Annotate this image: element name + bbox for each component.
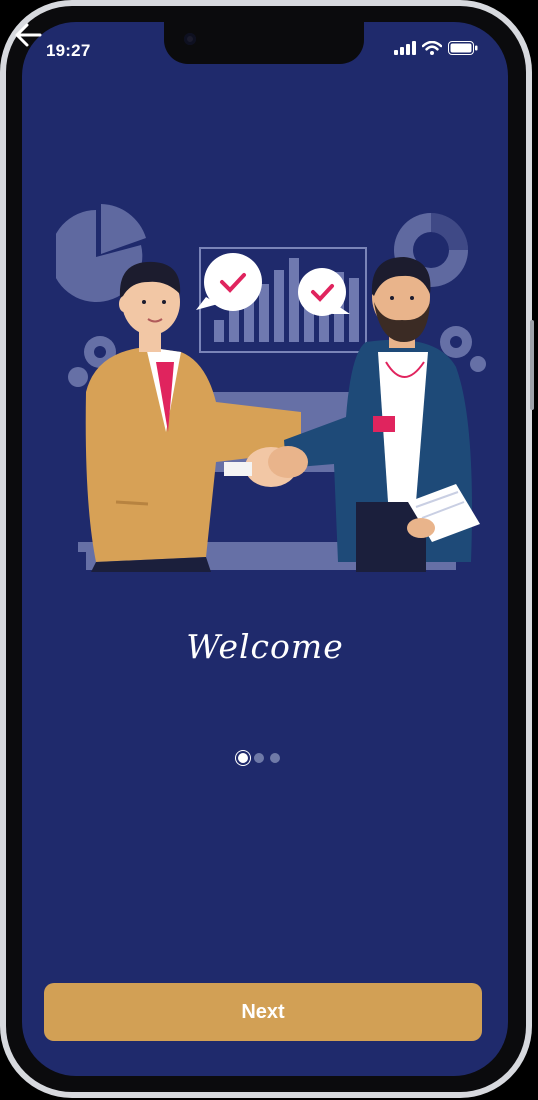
cellular-signal-icon: [394, 41, 416, 55]
pagination-dots: [238, 753, 280, 763]
page-indicator-2[interactable]: [254, 753, 264, 763]
status-time: 19:27: [46, 41, 91, 60]
page-indicator-1[interactable]: [238, 753, 248, 763]
front-camera: [184, 33, 196, 45]
handshake-illustration: [56, 204, 486, 572]
battery-icon: [448, 41, 478, 55]
next-button[interactable]: Next: [44, 983, 482, 1041]
onboarding-screen: 19:27 Welcome Next: [22, 22, 508, 1076]
status-icons: [394, 41, 478, 55]
welcome-title: Welcome: [186, 627, 344, 666]
wifi-icon: [422, 41, 442, 55]
page-indicator-3[interactable]: [270, 753, 280, 763]
back-arrow-icon[interactable]: [14, 22, 42, 48]
power-button: [530, 320, 534, 410]
